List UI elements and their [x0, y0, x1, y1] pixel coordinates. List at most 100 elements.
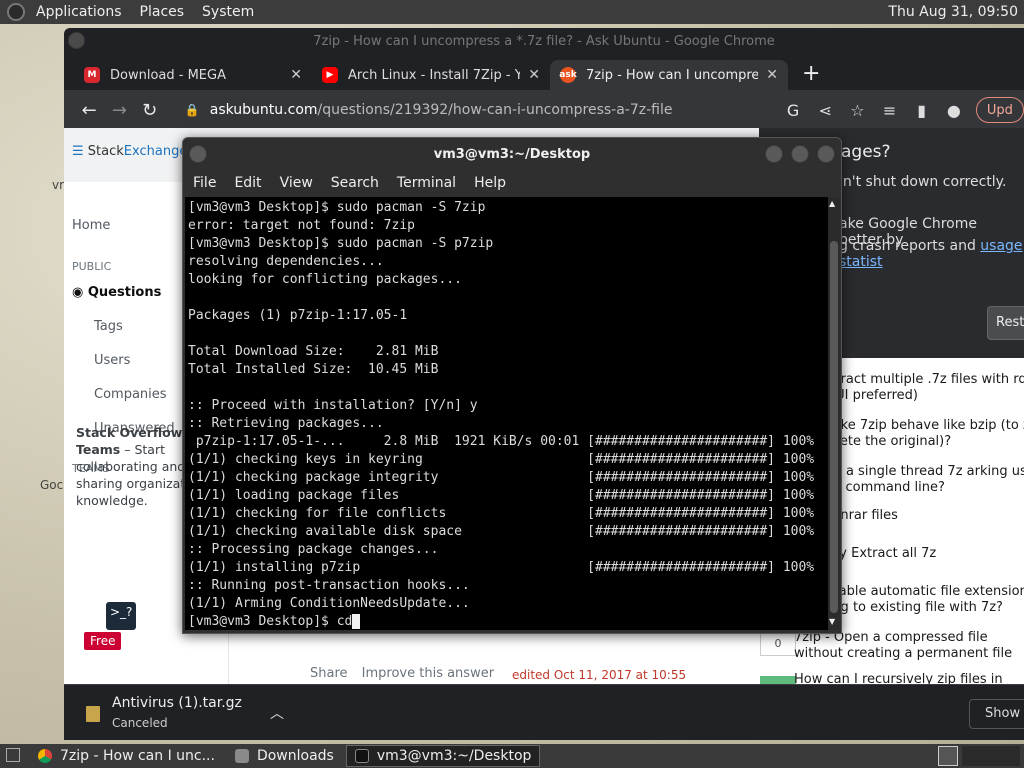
show-all-button[interactable]: Show a	[969, 699, 1024, 729]
maximize-icon[interactable]	[791, 145, 809, 163]
update-button[interactable]: Upd	[975, 97, 1024, 123]
restore-line1: ln't shut down correctly.	[839, 174, 1007, 190]
teams-title2: Teams	[76, 442, 121, 457]
stackexchange-logo[interactable]: ☰ StackExchange	[72, 144, 187, 159]
minimize-icon[interactable]	[765, 145, 783, 163]
scrollbar-thumb[interactable]	[830, 241, 838, 613]
menu-applications[interactable]: Applications	[27, 4, 131, 20]
tab-title: 7zip - How can I uncompress a	[586, 67, 759, 83]
download-shelf: Antivirus (1).tar.gz Canceled ︿ Show a	[64, 684, 1024, 740]
terminal-scrollbar[interactable]: ▲ ▼	[828, 197, 840, 630]
window-menu-icon[interactable]	[189, 145, 207, 163]
menu-terminal[interactable]: Terminal	[397, 175, 456, 191]
desktop-icon-label: vr	[52, 178, 65, 192]
related-question-link[interactable]: 7zip - Open a compressed file without cr…	[794, 630, 1024, 662]
share-icon[interactable]: ⋖	[809, 101, 841, 120]
tab-askubuntu[interactable]: ask 7zip - How can I uncompress a ✕	[550, 60, 788, 90]
download-filename[interactable]: Antivirus (1).tar.gz	[112, 695, 242, 711]
restore-button[interactable]: Rest	[987, 306, 1024, 340]
improve-answer-link[interactable]: Improve this answer	[362, 666, 494, 681]
terminal-output[interactable]: [vm3@vm3 Desktop]$ sudo pacman -S 7zip er…	[185, 197, 828, 630]
address-bar[interactable]: 🔒 askubuntu.com /questions/219392/how-ca…	[171, 95, 777, 125]
url-host: askubuntu.com	[209, 102, 318, 118]
close-tab-icon[interactable]: ✕	[290, 67, 302, 83]
taskbar-item-downloads[interactable]: Downloads	[227, 745, 342, 767]
related-question-link[interactable]: o unrar files	[820, 508, 1024, 524]
distro-logo-icon[interactable]	[7, 3, 25, 21]
close-tab-icon[interactable]: ✕	[528, 67, 540, 83]
top-panel: Applications Places System Thu Aug 31, 0…	[0, 0, 1024, 24]
file-icon	[86, 706, 100, 722]
taskbar-item-label: 7zip - How can I unc...	[60, 748, 215, 764]
scroll-up-icon[interactable]: ▲	[829, 199, 835, 208]
terminal-line: :: Retrieving packages...	[188, 416, 384, 431]
close-tab-icon[interactable]: ✕	[766, 67, 778, 83]
workspace-switcher[interactable]	[938, 746, 958, 766]
related-score: 0	[760, 632, 796, 656]
nav-home[interactable]: Home	[72, 218, 110, 233]
workspace-switcher-2[interactable]	[962, 746, 1020, 766]
tab-youtube[interactable]: ▶ Arch Linux - Install 7Zip - YouT ✕	[312, 60, 550, 90]
related-question-link[interactable]: disable automatic file extension a iting…	[820, 584, 1024, 616]
lock-icon[interactable]: 🔒	[185, 103, 200, 117]
menu-help[interactable]: Help	[474, 175, 506, 191]
edited-timestamp[interactable]: edited Oct 11, 2017 at 10:55	[512, 668, 686, 682]
nav-tags[interactable]: Tags	[94, 319, 123, 334]
taskbar-item-terminal[interactable]: vm3@vm3:~/Desktop	[345, 745, 541, 767]
terminal-titlebar[interactable]: vm3@vm3:~/Desktop	[183, 138, 841, 170]
terminal-line: (1/1) checking package integrity [######…	[188, 470, 815, 485]
brand-exchange: Exchange	[123, 144, 188, 159]
nav-questions[interactable]: ◉ Questions	[72, 285, 161, 300]
terminal-line: error: target not found: 7zip	[188, 218, 415, 233]
terminal-prompt-line[interactable]: [vm3@vm3 Desktop]$ cd	[188, 613, 828, 630]
forward-icon[interactable]: →	[104, 100, 134, 121]
share-link[interactable]: Share	[310, 666, 348, 681]
menu-edit[interactable]: Edit	[234, 175, 261, 191]
related-question-link[interactable]: make 7zip behave like bzip (to z delete …	[820, 418, 1024, 450]
menu-search[interactable]: Search	[331, 175, 379, 191]
show-desktop-icon[interactable]	[6, 748, 20, 762]
menu-system[interactable]: System	[193, 4, 263, 20]
new-tab-button[interactable]: +	[802, 61, 820, 86]
terminal-line: Packages (1) p7zip-1:17.05-1	[188, 308, 408, 323]
url-path: /questions/219392/how-can-i-uncompress-a…	[317, 102, 673, 118]
nav-users[interactable]: Users	[94, 353, 130, 368]
terminal-line: :: Running post-transaction hooks...	[188, 578, 470, 593]
media-icon[interactable]: ≡	[873, 101, 905, 120]
window-menu-icon[interactable]	[68, 32, 85, 49]
terminal-line: [vm3@vm3 Desktop]$ sudo pacman -S 7zip	[188, 200, 486, 215]
profile-avatar-icon[interactable]: ●	[938, 101, 970, 120]
related-question-link[interactable]: vely Extract all 7z	[820, 546, 1024, 562]
panel-clock[interactable]: Thu Aug 31, 09:50	[888, 4, 1024, 20]
menu-places[interactable]: Places	[131, 4, 194, 20]
scroll-down-icon[interactable]: ▼	[829, 617, 835, 626]
terminal-line: Total Download Size: 2.81 MiB	[188, 344, 439, 359]
menu-view[interactable]: View	[280, 175, 313, 191]
terminal-window: vm3@vm3:~/Desktop File Edit View Search …	[182, 137, 842, 634]
google-icon[interactable]: G	[777, 101, 809, 120]
taskbar-item-chrome[interactable]: 7zip - How can I unc...	[30, 745, 223, 767]
chevron-up-icon[interactable]: ︿	[270, 703, 284, 723]
back-icon[interactable]: ←	[74, 100, 104, 121]
nav-companies[interactable]: Companies	[94, 387, 167, 402]
close-icon[interactable]	[817, 145, 835, 163]
restore-line3: g crash reports and usage statist	[839, 238, 1024, 270]
tab-mega[interactable]: M Download - MEGA ✕	[74, 60, 312, 90]
free-badge[interactable]: Free	[84, 632, 122, 650]
taskbar: 7zip - How can I unc... Downloads vm3@vm…	[0, 744, 1024, 768]
bookmark-star-icon[interactable]: ☆	[841, 101, 873, 120]
chrome-titlebar[interactable]: 7zip - How can I uncompress a *.7z file?…	[64, 28, 1024, 54]
terminal-title: vm3@vm3:~/Desktop	[433, 146, 591, 162]
related-question-link[interactable]: extract multiple .7z files with rd? (GUI…	[820, 372, 1024, 404]
menu-file[interactable]: File	[193, 175, 216, 191]
reload-icon[interactable]: ↻	[135, 100, 165, 121]
related-question-link[interactable]: How can I recursively zip files in their…	[794, 672, 1024, 684]
terminal-line: (1/1) checking available disk space [###…	[188, 524, 815, 539]
browser-toolbar: ← → ↻ 🔒 askubuntu.com /questions/219392/…	[64, 90, 1024, 130]
terminal-line: [vm3@vm3 Desktop]$ sudo pacman -S p7zip	[188, 236, 494, 251]
terminal-line: looking for conflicting packages...	[188, 272, 462, 287]
side-panel-icon[interactable]: ▮	[906, 101, 938, 120]
related-question-link[interactable]: run a single thread 7z arking using the …	[820, 464, 1024, 496]
